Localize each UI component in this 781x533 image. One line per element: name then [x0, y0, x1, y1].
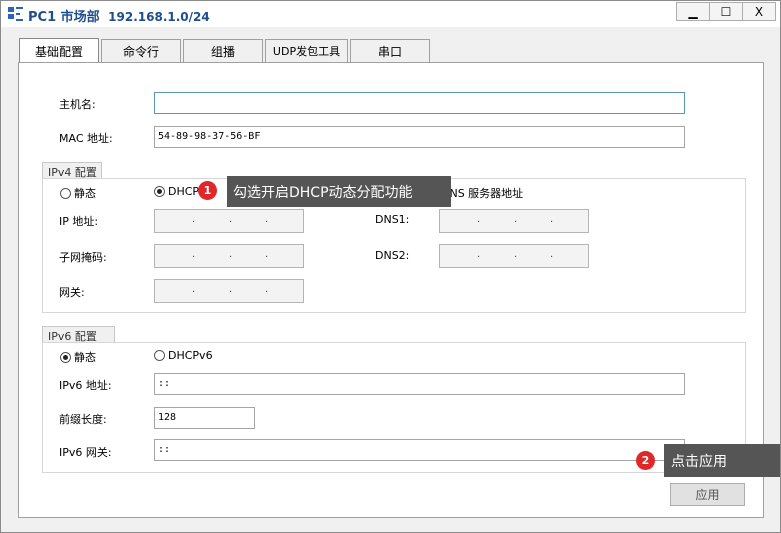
window-controls: ▁ ☐ X: [676, 2, 776, 21]
step2-badge: 2: [636, 451, 655, 470]
ip-address-label: IP 地址:: [59, 215, 99, 228]
ip-address-input[interactable]: ...: [154, 209, 304, 233]
tooltip-step2-text: 点击应用: [671, 453, 727, 470]
radio-selected-icon: [60, 351, 71, 363]
ip-dot: .: [229, 249, 233, 260]
dns1-label: DNS1:: [375, 213, 410, 226]
window-title-name: PC1 市场部: [28, 10, 100, 25]
dns2-label: DNS2:: [375, 249, 410, 262]
dns1-input[interactable]: ...: [439, 209, 589, 233]
mac-input[interactable]: 54-89-98-37-56-BF: [154, 126, 685, 148]
subnet-mask-input[interactable]: ...: [154, 244, 304, 268]
tooltip-step2: 点击应用: [664, 444, 780, 477]
ipv6-dhcpv6-radio[interactable]: DHCPv6: [154, 349, 213, 362]
window-title: PC1 市场部 192.168.1.0/24: [28, 6, 210, 25]
ip-dot: .: [514, 214, 518, 225]
ipv6-group-tab: IPv6 配置: [42, 326, 115, 343]
ipv4-static-label: 静态: [74, 187, 96, 200]
gateway-input[interactable]: ...: [154, 279, 304, 303]
subnet-mask-label: 子网掩码:: [59, 251, 107, 264]
tooltip-step1: 勾选开启DHCP动态分配功能: [227, 176, 451, 207]
ipv4-group-tab: IPv4 配置: [42, 162, 102, 179]
ipv4-dhcp-radio[interactable]: DHCP: [154, 185, 199, 198]
minimize-button[interactable]: ▁: [676, 2, 710, 21]
pc-config-window: PC1 市场部 192.168.1.0/24 ▁ ☐ X 基础配置 命令行 组播…: [0, 0, 781, 533]
radio-circle-icon: [60, 187, 71, 199]
tab-udp-tool[interactable]: UDP发包工具: [265, 39, 348, 62]
maximize-button[interactable]: ☐: [709, 2, 743, 21]
mac-label: MAC 地址:: [59, 132, 113, 145]
ipv4-dhcp-label: DHCP: [168, 185, 200, 198]
apply-button[interactable]: 应用: [670, 483, 745, 506]
ipv6-gateway-input[interactable]: ::: [154, 439, 685, 461]
ipv4-static-radio[interactable]: 静态: [60, 185, 96, 201]
tab-bar: 基础配置 命令行 组播 UDP发包工具 串口: [19, 38, 432, 63]
tooltip-step1-text: 勾选开启DHCP动态分配功能: [233, 184, 413, 201]
ipv6-static-label: 静态: [74, 351, 96, 364]
ip-dot: .: [192, 249, 196, 260]
ip-dot: .: [550, 214, 554, 225]
title-bar[interactable]: PC1 市场部 192.168.1.0/24 ▁ ☐ X: [1, 1, 780, 27]
hostname-label: 主机名:: [59, 98, 96, 111]
ip-dot: .: [514, 249, 518, 260]
ip-dot: .: [265, 249, 269, 260]
window-title-ip: 192.168.1.0/24: [108, 10, 210, 24]
ipv6-dhcpv6-label: DHCPv6: [168, 349, 213, 362]
ip-dot: .: [229, 214, 233, 225]
ip-dot: .: [550, 249, 554, 260]
prefix-length-label: 前缀长度:: [59, 413, 107, 426]
radio-circle-icon: [154, 350, 165, 361]
ip-dot: .: [265, 214, 269, 225]
step1-badge: 1: [198, 181, 217, 200]
ipv6-gateway-label: IPv6 网关:: [59, 446, 112, 459]
tab-command-line[interactable]: 命令行: [101, 39, 181, 62]
hostname-input[interactable]: [154, 92, 685, 114]
tab-serial[interactable]: 串口: [350, 39, 430, 62]
radio-selected-icon: [154, 186, 165, 197]
ipv6-static-radio[interactable]: 静态: [60, 349, 96, 365]
tab-basic-config[interactable]: 基础配置: [19, 38, 99, 63]
pc-app-icon: [8, 7, 23, 21]
ipv6-address-label: IPv6 地址:: [59, 379, 112, 392]
prefix-length-input[interactable]: 128: [154, 407, 255, 429]
ip-dot: .: [192, 214, 196, 225]
tab-multicast[interactable]: 组播: [183, 39, 263, 62]
dns-auto-label: DNS 服务器地址: [441, 187, 524, 200]
ip-dot: .: [265, 284, 269, 295]
ip-dot: .: [477, 249, 481, 260]
gateway-label: 网关:: [59, 286, 85, 299]
dns2-input[interactable]: ...: [439, 244, 589, 268]
ip-dot: .: [477, 214, 481, 225]
ip-dot: .: [229, 284, 233, 295]
ipv6-address-input[interactable]: ::: [154, 373, 685, 395]
ip-dot: .: [192, 284, 196, 295]
close-button[interactable]: X: [742, 2, 776, 21]
